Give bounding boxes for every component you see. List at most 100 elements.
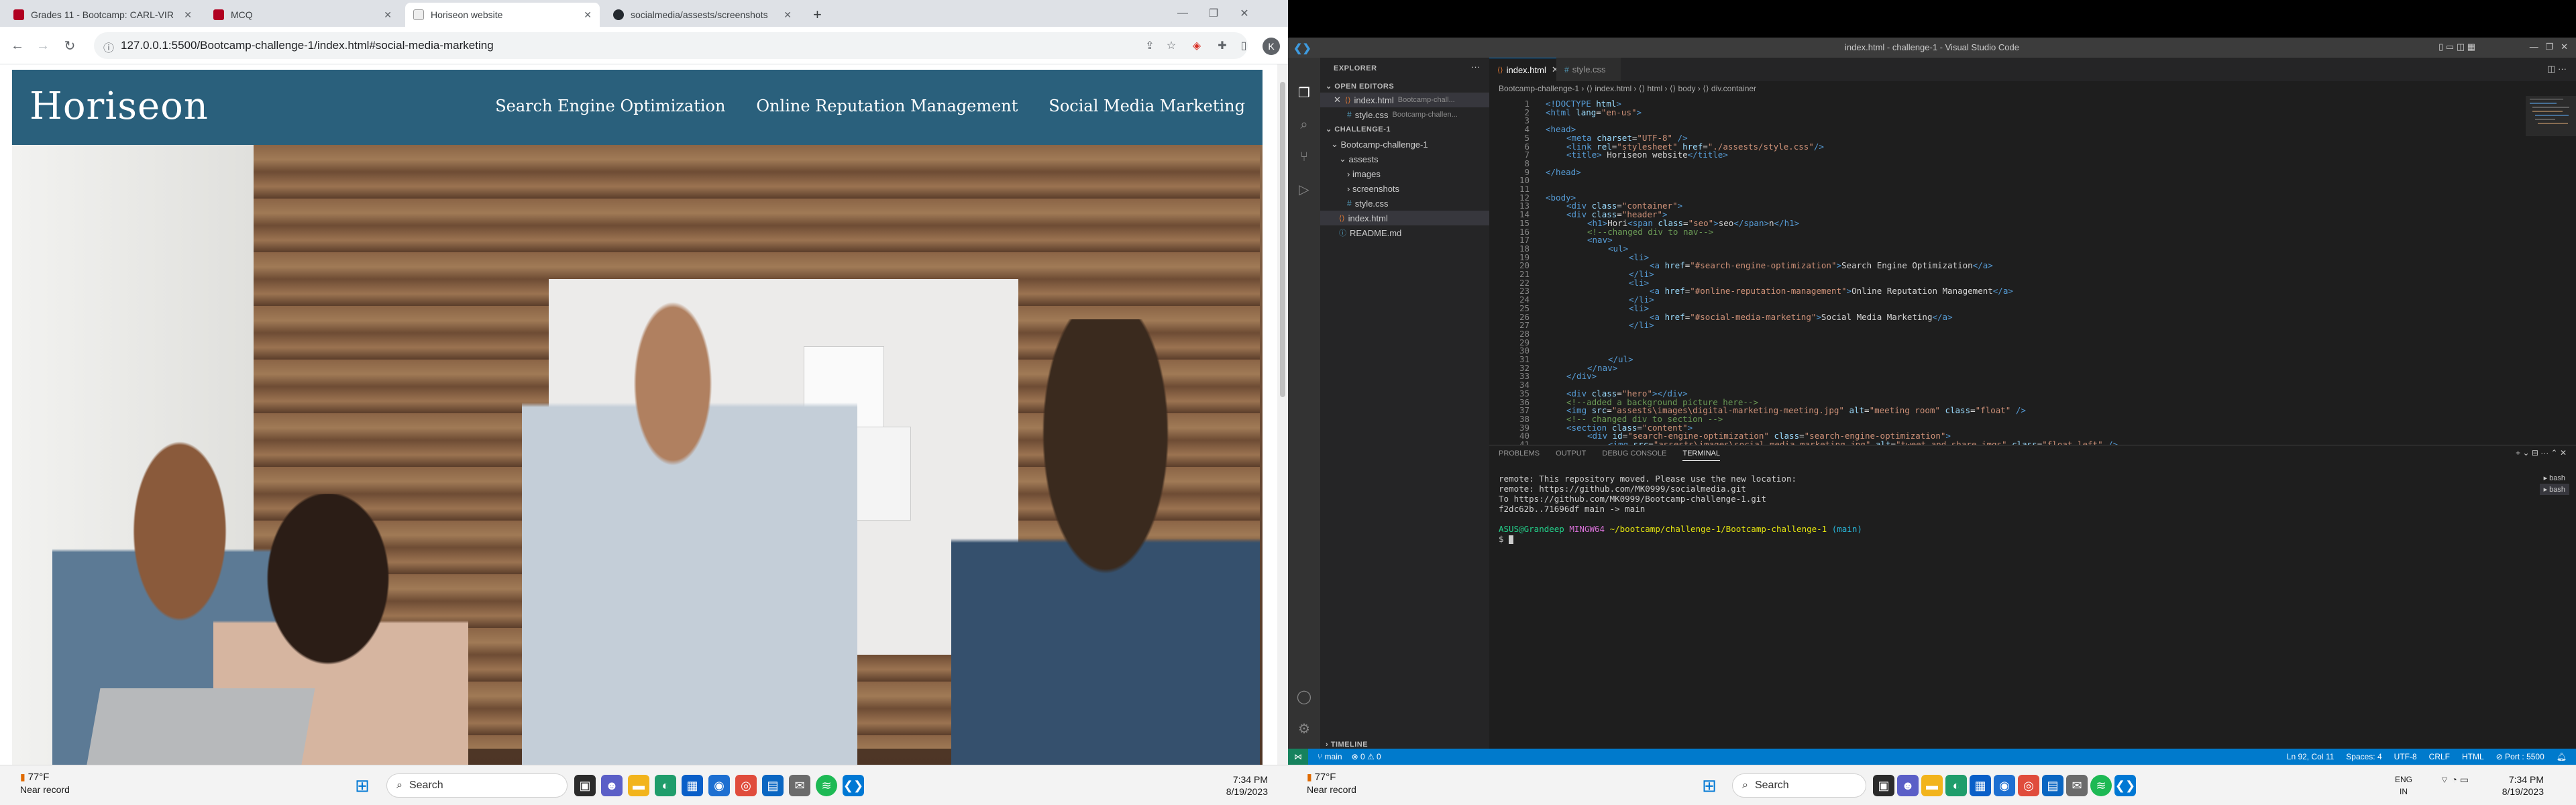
system-tray-icons[interactable]: ⌔ ◔ ▭: [2428, 773, 2469, 786]
spotify-icon[interactable]: ≋: [2090, 775, 2112, 796]
code-line[interactable]: <html lang="en-us">: [1546, 107, 1642, 117]
terminal-instance[interactable]: ▸ bash: [2539, 484, 2569, 495]
more-actions-icon[interactable]: ···: [1471, 62, 1480, 72]
code-line[interactable]: <title> Horiseon website</title>: [1566, 150, 1728, 160]
new-tab-button[interactable]: +: [805, 3, 832, 27]
info-icon[interactable]: ⓘ: [103, 39, 115, 54]
window-controls[interactable]: — ❐ ✕: [2530, 42, 2568, 52]
vscode-icon[interactable]: ❮❯: [2114, 775, 2136, 796]
code-editor[interactable]: 1 <!DOCTYPE html> 2 <html lang="en-us"> 3 4 <h…: [1489, 96, 2526, 445]
office-icon[interactable]: ▤: [2042, 775, 2063, 796]
source-control-icon[interactable]: ⑂: [1296, 149, 1312, 165]
store-icon[interactable]: ▦: [682, 775, 703, 796]
layout-icons[interactable]: ▯ ▭ ◫ ▦: [2438, 42, 2475, 52]
close-window-icon[interactable]: ✕: [1229, 0, 1260, 27]
clock[interactable]: 7:34 PM 8/19/2023: [1194, 773, 1268, 798]
tab-github[interactable]: socialmedia/assests/screenshots ✕: [605, 3, 800, 27]
breadcrumb[interactable]: Bootcamp-challenge-1 › ⟨⟩ index.html › ⟨…: [1489, 81, 2576, 96]
file-explorer-icon[interactable]: ▬: [628, 775, 649, 796]
app-icon[interactable]: ◉: [708, 775, 730, 796]
indent-status[interactable]: Spaces: 4: [2346, 752, 2381, 761]
code-line[interactable]: </div>: [1566, 371, 1597, 381]
close-icon[interactable]: ✕: [784, 9, 792, 21]
code-line[interactable]: <li>: [1629, 252, 1649, 262]
windows-start-icon[interactable]: ⊞: [1699, 775, 1720, 796]
tab-problems[interactable]: PROBLEMS: [1499, 449, 1540, 461]
store-icon[interactable]: ▦: [1970, 775, 1991, 796]
timeline-header[interactable]: › TIMELINE: [1326, 741, 1368, 749]
teams-icon[interactable]: ☻: [601, 775, 623, 796]
minimap[interactable]: [2526, 96, 2576, 445]
office-icon[interactable]: ▤: [762, 775, 784, 796]
maximize-icon[interactable]: ❐: [1198, 0, 1229, 27]
branch-status[interactable]: ⑂ main: [1318, 752, 1342, 761]
mail-icon[interactable]: ✉: [789, 775, 810, 796]
terminal-output[interactable]: remote: This repository moved. Please us…: [1499, 474, 1862, 544]
tree-folder[interactable]: › images: [1320, 166, 1489, 181]
language-indicator[interactable]: ENG IN: [2388, 773, 2419, 798]
cursor-position[interactable]: Ln 92, Col 11: [2287, 752, 2334, 761]
bell-icon[interactable]: 🔔︎: [2557, 752, 2567, 761]
forward-icon[interactable]: →: [34, 36, 52, 55]
tab-output[interactable]: OUTPUT: [1556, 449, 1586, 461]
extension-icon[interactable]: ◈: [1187, 36, 1206, 55]
code-line[interactable]: <a href="#social-media-marketing">Social…: [1650, 312, 1953, 322]
tree-folder[interactable]: › screenshots: [1320, 181, 1489, 196]
tab-mcq[interactable]: MCQ ✕: [205, 3, 400, 27]
mail-icon[interactable]: ✉: [2066, 775, 2088, 796]
reload-icon[interactable]: ↻: [60, 36, 79, 55]
file-explorer-icon[interactable]: ▬: [1921, 775, 1943, 796]
account-icon[interactable]: ◯: [1296, 688, 1312, 704]
taskbar-search[interactable]: ⌕ Search: [386, 773, 568, 798]
run-debug-icon[interactable]: ▷: [1296, 181, 1312, 197]
settings-gear-icon[interactable]: ⚙: [1296, 720, 1312, 737]
profile-avatar[interactable]: K: [1263, 38, 1280, 55]
nav-link-orm[interactable]: Online Reputation Management: [756, 97, 1018, 115]
code-line[interactable]: <li>: [1629, 278, 1649, 288]
problems-status[interactable]: ⊗ 0 ⚠ 0: [1352, 752, 1381, 761]
tab-debug-console[interactable]: DEBUG CONSOLE: [1602, 449, 1666, 461]
scrollbar-thumb[interactable]: [1280, 82, 1285, 397]
split-editor-icon[interactable]: ◫ ···: [2547, 64, 2567, 74]
close-icon[interactable]: ✕: [584, 9, 592, 21]
chrome-icon[interactable]: ◎: [2018, 775, 2039, 796]
nav-link-seo[interactable]: Search Engine Optimization: [495, 97, 725, 115]
windows-start-icon[interactable]: ⊞: [352, 775, 373, 796]
chrome-icon[interactable]: ◎: [735, 775, 757, 796]
code-line[interactable]: <img src="assests\images\social-media-ma…: [1608, 439, 2118, 445]
edge-icon[interactable]: ◐: [655, 775, 676, 796]
remote-icon[interactable]: ⋈: [1288, 749, 1308, 765]
back-icon[interactable]: ←: [8, 36, 27, 55]
encoding-status[interactable]: UTF-8: [2394, 752, 2417, 761]
open-editor-style[interactable]: # style.css Bootcamp-challen...: [1320, 107, 1489, 122]
clock[interactable]: 7:34 PM 8/19/2023: [2474, 773, 2544, 798]
explorer-icon[interactable]: ❐: [1296, 85, 1312, 101]
close-icon[interactable]: ✕: [184, 9, 192, 21]
weather-widget[interactable]: ▮ 77°F Near record: [20, 771, 70, 796]
code-line[interactable]: <a href="#online-reputation-management">…: [1650, 286, 2013, 296]
live-server-status[interactable]: ⊘ Port : 5500: [2496, 752, 2544, 761]
address-bar[interactable]: ⓘ 127.0.0.1:5500/Bootcamp-challenge-1/in…: [94, 32, 1248, 59]
search-icon[interactable]: ⌕: [1296, 117, 1312, 133]
spotify-icon[interactable]: ≋: [816, 775, 837, 796]
share-icon[interactable]: ⇪: [1140, 36, 1159, 55]
terminal-instance[interactable]: ▸ bash: [2540, 472, 2569, 484]
puzzle-icon[interactable]: ✚: [1213, 36, 1232, 55]
code-line[interactable]: <ul>: [1608, 244, 1628, 254]
tree-folder[interactable]: ⌄ Bootcamp-challenge-1: [1320, 137, 1489, 152]
eol-status[interactable]: CRLF: [2429, 752, 2450, 761]
sidepanel-icon[interactable]: ▯: [1234, 36, 1253, 55]
task-view-icon[interactable]: ▣: [1873, 775, 1894, 796]
open-editor-index[interactable]: ✕ ⟨⟩ index.html Bootcamp-chall...: [1320, 93, 1489, 107]
panel-actions[interactable]: + ⌄ ⊟ ··· ⌃ ✕: [2516, 448, 2567, 458]
close-icon[interactable]: ✕: [1334, 95, 1341, 105]
tab-horiseon[interactable]: Horiseon website ✕: [405, 3, 600, 27]
tab-terminal[interactable]: TERMINAL: [1682, 449, 1720, 461]
page-scrollbar[interactable]: [1277, 64, 1288, 765]
tree-file[interactable]: # style.css: [1320, 196, 1489, 211]
code-line[interactable]: <li>: [1629, 303, 1649, 313]
tree-file[interactable]: ⟨⟩ index.html: [1320, 211, 1489, 225]
edge-icon[interactable]: ◐: [1945, 775, 1967, 796]
weather-widget[interactable]: ▮ 77°F Near record: [1307, 771, 1356, 796]
bookmark-star-icon[interactable]: ☆: [1162, 36, 1181, 55]
